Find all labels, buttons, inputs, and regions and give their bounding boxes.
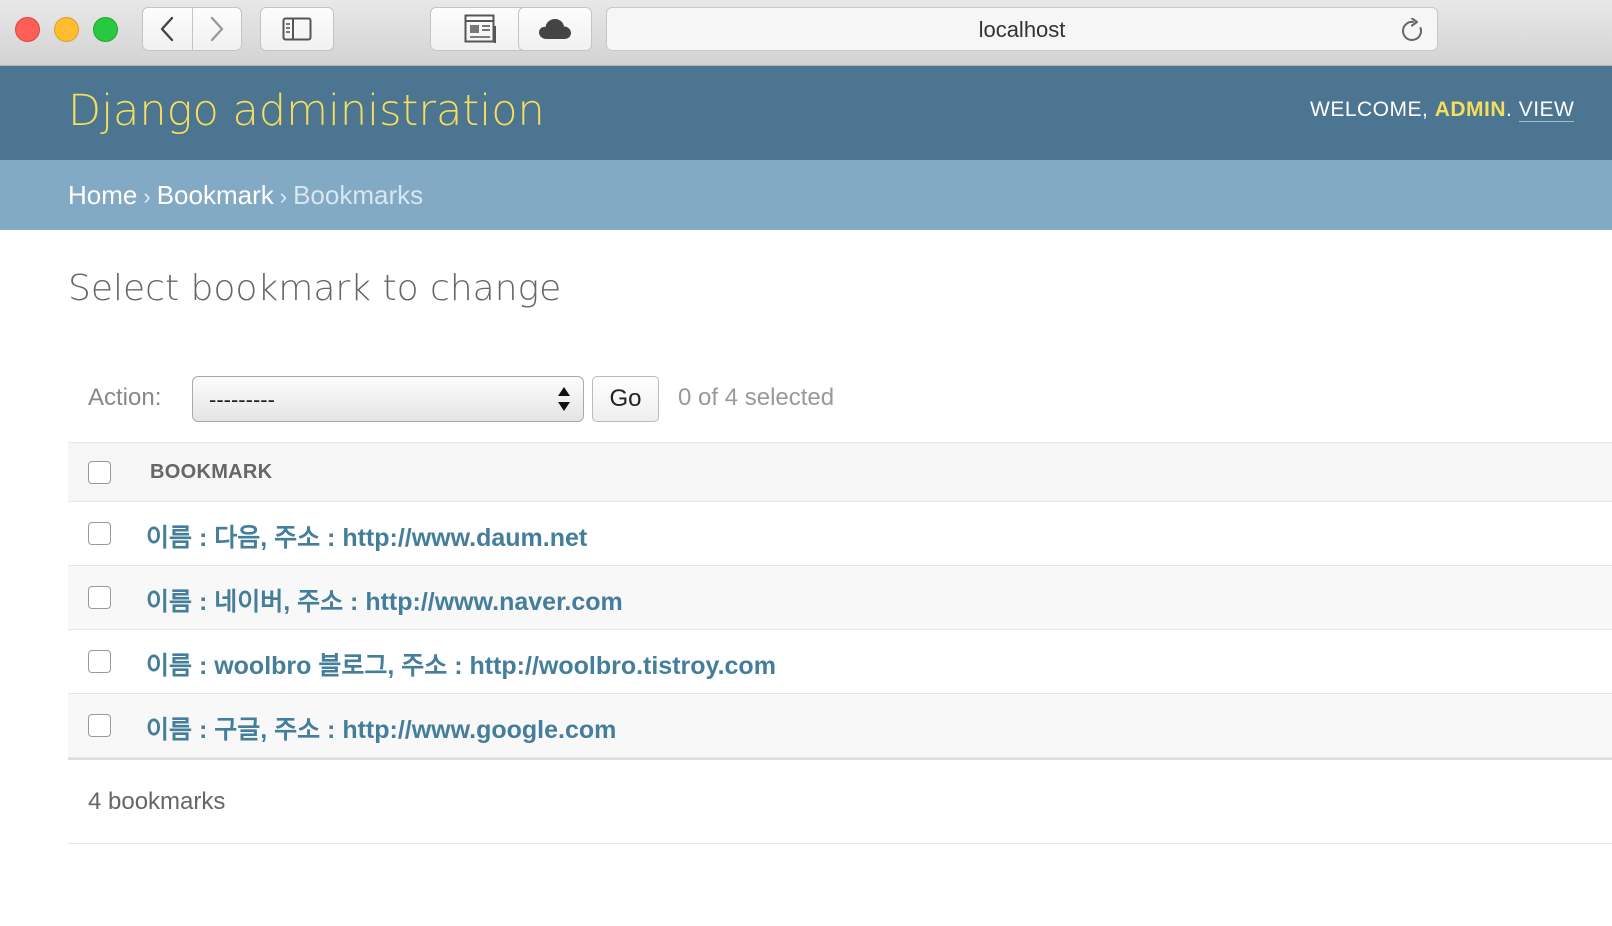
icloud-tabs-button[interactable]: [518, 7, 592, 51]
forward-button[interactable]: [191, 8, 241, 50]
action-select[interactable]: ---------: [192, 376, 584, 422]
breadcrumb-separator: ›: [279, 184, 288, 209]
user-tools: WELCOME, ADMIN. VIEW: [1310, 98, 1575, 122]
sidebar-toggle-button[interactable]: [260, 7, 334, 51]
bookmark-link[interactable]: 이름 : 다음, 주소 : http://www.daum.net: [146, 518, 587, 554]
result-count: 4 bookmarks: [88, 788, 226, 815]
select-all-checkbox[interactable]: [88, 461, 111, 484]
table-header: BOOKMARK: [68, 443, 1612, 502]
bookmark-link[interactable]: 이름 : 구글, 주소 : http://www.google.com: [146, 710, 616, 746]
sidebar-icon: [282, 17, 312, 41]
table-row: 이름 : woolbro 블로그, 주소 : http://woolbro.ti…: [68, 630, 1612, 694]
minimize-window-button[interactable]: [54, 17, 79, 42]
row-checkbox[interactable]: [88, 650, 111, 673]
site-title[interactable]: Django administration: [68, 86, 545, 136]
actions-bar: Action: --------- Go 0 of 4 selected: [68, 370, 1612, 426]
browser-toolbar: localhost: [0, 0, 1612, 66]
page-title: Select bookmark to change: [68, 268, 562, 309]
bookmark-link[interactable]: 이름 : 네이버, 주소 : http://www.naver.com: [146, 582, 623, 618]
reload-icon: [1402, 17, 1422, 41]
navigation-buttons: [142, 7, 242, 51]
back-button[interactable]: [143, 8, 192, 50]
results-table: BOOKMARK 이름 : 다음, 주소 : http://www.daum.n…: [68, 442, 1612, 760]
go-button[interactable]: Go: [592, 376, 659, 422]
paginator: 4 bookmarks: [68, 760, 1612, 844]
row-checkbox[interactable]: [88, 522, 111, 545]
breadcrumb-home[interactable]: Home: [68, 180, 137, 210]
breadcrumb-app[interactable]: Bookmark: [157, 180, 274, 210]
row-checkbox[interactable]: [88, 586, 111, 609]
breadcrumb-current: Bookmarks: [293, 180, 424, 210]
welcome-text: WELCOME,: [1310, 98, 1435, 121]
user-tools-dot: .: [1506, 98, 1519, 121]
table-row: 이름 : 네이버, 주소 : http://www.naver.com: [68, 566, 1612, 630]
table-row: 이름 : 구글, 주소 : http://www.google.com: [68, 694, 1612, 758]
bookmark-link[interactable]: 이름 : woolbro 블로그, 주소 : http://woolbro.ti…: [146, 646, 776, 682]
select-arrows-icon: [558, 387, 570, 411]
view-site-link[interactable]: VIEW: [1518, 98, 1575, 122]
address-bar[interactable]: localhost: [606, 7, 1438, 51]
back-icon: [161, 16, 174, 42]
action-select-value: ---------: [209, 387, 275, 412]
breadcrumb: Home › Bookmark › Bookmarks: [0, 160, 1612, 230]
selected-count: 0 of 4 selected: [678, 384, 835, 411]
reload-button[interactable]: [1401, 17, 1425, 49]
close-window-button[interactable]: [15, 17, 40, 42]
breadcrumb-separator: ›: [143, 184, 151, 209]
username: ADMIN: [1434, 98, 1507, 121]
forward-icon: [210, 16, 224, 42]
action-label: Action:: [88, 384, 162, 411]
url-text: localhost: [978, 17, 1066, 42]
table-row: 이름 : 다음, 주소 : http://www.daum.net: [68, 502, 1612, 566]
reader-icon: [464, 14, 496, 43]
column-header-bookmark[interactable]: BOOKMARK: [150, 461, 272, 484]
row-checkbox[interactable]: [88, 714, 111, 737]
zoom-window-button[interactable]: [93, 17, 118, 42]
cloud-icon: [539, 19, 571, 39]
reader-button[interactable]: [430, 7, 532, 51]
admin-header: Django administration WELCOME, ADMIN. VI…: [0, 66, 1612, 160]
